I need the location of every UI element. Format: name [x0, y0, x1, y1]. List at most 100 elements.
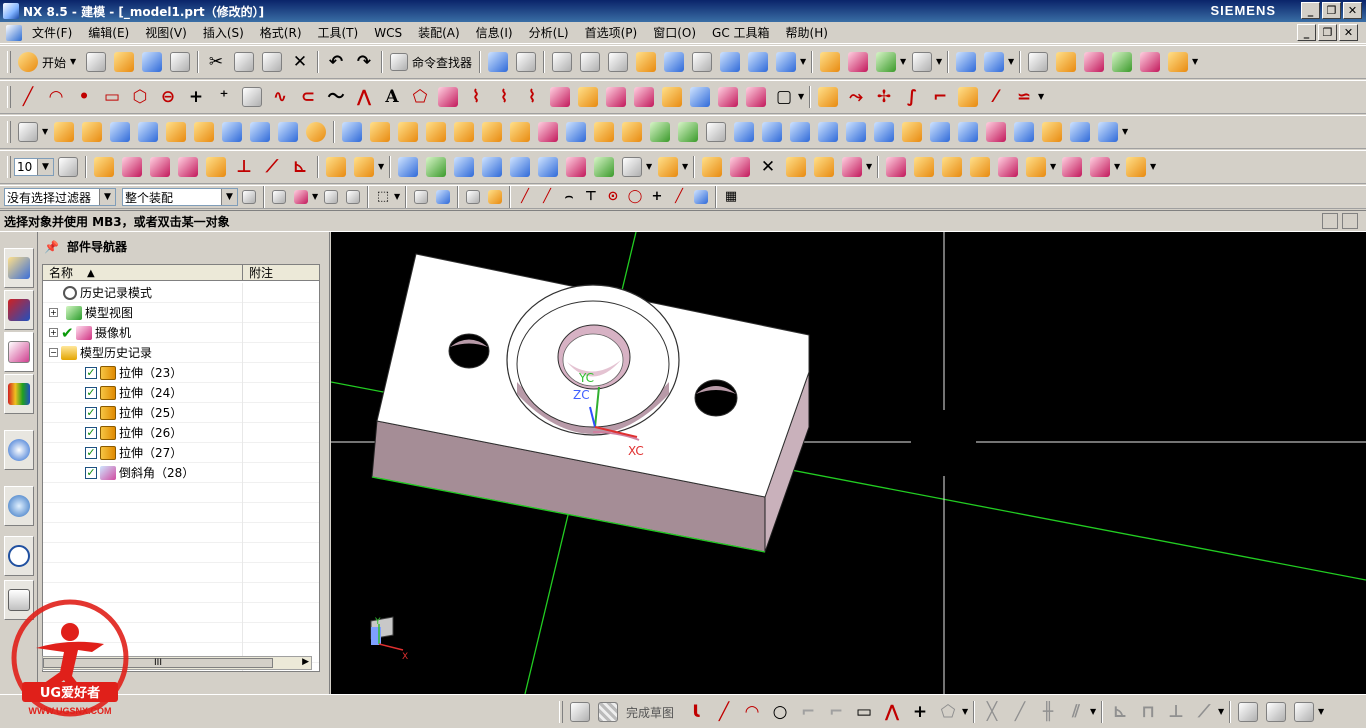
point-on-curve-button[interactable]: [118, 154, 146, 180]
snap-intersection-button[interactable]: ⊤: [580, 186, 602, 208]
tree-row-extrude-25[interactable]: ✓ 拉伸（25）: [43, 402, 319, 423]
thicken-button[interactable]: [898, 119, 926, 145]
join-curve-button[interactable]: [546, 84, 574, 110]
component-pattern-button[interactable]: [966, 154, 994, 180]
tree-row-history-mode[interactable]: 历史记录模式: [43, 282, 319, 303]
arc-button[interactable]: ◠: [42, 84, 70, 110]
visibility-checkbox[interactable]: ✓: [85, 426, 97, 439]
chevron-down-icon[interactable]: ▼: [42, 119, 50, 145]
isoparametric-button[interactable]: [686, 84, 714, 110]
doc-close-button[interactable]: ✕: [1339, 24, 1358, 41]
intersect-curve-button[interactable]: [602, 84, 630, 110]
toolbar-grip[interactable]: [7, 86, 11, 108]
toolbar-grip[interactable]: [7, 121, 11, 143]
tree-row-extrude-23[interactable]: ✓ 拉伸（23）: [43, 362, 319, 383]
menu-insert[interactable]: 插入(S): [195, 24, 252, 41]
polygon-button[interactable]: ⬡: [126, 84, 154, 110]
snap-center-button[interactable]: ⊙: [602, 186, 624, 208]
wave-linker-button[interactable]: [1086, 154, 1114, 180]
undo-button[interactable]: ↶: [322, 49, 350, 75]
chevron-down-icon[interactable]: ▼: [1218, 699, 1226, 725]
knowledge-button[interactable]: [1164, 49, 1192, 75]
snap-enable-button[interactable]: [462, 186, 484, 208]
snap-bounded-button[interactable]: ▦: [720, 186, 742, 208]
synchronous-button[interactable]: [782, 154, 810, 180]
chevron-down-icon[interactable]: ▼: [900, 49, 908, 75]
sketch-polygon-button[interactable]: ⬠: [934, 699, 962, 725]
unite-button[interactable]: [646, 119, 674, 145]
offset-button[interactable]: [590, 119, 618, 145]
menu-preferences[interactable]: 首选项(P): [577, 24, 646, 41]
tree-row-extrude-26[interactable]: ✓ 拉伸（26）: [43, 422, 319, 443]
mirror-feature-button[interactable]: [562, 119, 590, 145]
split-curve-button[interactable]: ∫: [898, 84, 926, 110]
quick-extend-button[interactable]: ╱: [1006, 699, 1034, 725]
select-faces-button[interactable]: [410, 186, 432, 208]
chevron-down-icon[interactable]: ▼: [1038, 84, 1046, 110]
part-navigator-tab[interactable]: [4, 332, 34, 372]
close-button[interactable]: ✕: [1343, 2, 1362, 19]
pocket-button[interactable]: [190, 119, 218, 145]
orient-view-button[interactable]: [1262, 699, 1290, 725]
doc-restore-button[interactable]: ❐: [1318, 24, 1337, 41]
thread-button[interactable]: [478, 119, 506, 145]
wireframe-button[interactable]: [744, 49, 772, 75]
section-curve-button[interactable]: [630, 84, 658, 110]
curve-rectangle-button[interactable]: ▢: [770, 84, 798, 110]
visibility-checkbox[interactable]: ✓: [85, 366, 97, 379]
snap-mid-button[interactable]: ╱: [536, 186, 558, 208]
groove-button[interactable]: [422, 119, 450, 145]
view-orient-button[interactable]: [772, 49, 800, 75]
chevron-down-icon[interactable]: ▼: [1114, 154, 1122, 180]
chevron-down-icon[interactable]: ▼: [866, 154, 874, 180]
paste-button[interactable]: [258, 49, 286, 75]
background-button[interactable]: [816, 49, 844, 75]
doc-minimize-button[interactable]: _: [1297, 24, 1316, 41]
constraint-navigator-tab[interactable]: [4, 290, 34, 330]
bridge-curve-button[interactable]: [434, 84, 462, 110]
tree-row-chamfer-28[interactable]: ✓ 倒斜角（28）: [43, 462, 319, 483]
visibility-checkbox[interactable]: ✓: [85, 386, 97, 399]
law-curve-button[interactable]: ∿: [266, 84, 294, 110]
edit-feature-button[interactable]: [698, 154, 726, 180]
chevron-down-icon[interactable]: ▼: [378, 154, 386, 180]
line-button[interactable]: ╱: [14, 84, 42, 110]
type-filter-select[interactable]: 没有选择过滤器 ▼: [4, 188, 116, 206]
mirror-curve-button[interactable]: [742, 84, 770, 110]
pin-icon[interactable]: 📌: [44, 240, 59, 254]
sweep-guide-button[interactable]: [590, 154, 618, 180]
emboss-button[interactable]: [366, 119, 394, 145]
datum-csys-button[interactable]: ⊥: [230, 154, 258, 180]
menu-help[interactable]: 帮助(H): [778, 24, 836, 41]
move-object-button[interactable]: [952, 49, 980, 75]
datum-axis-button[interactable]: ⟋: [258, 154, 286, 180]
select-features-button[interactable]: [268, 186, 290, 208]
reuse-library-tab[interactable]: [4, 374, 34, 414]
edit-object-button[interactable]: [484, 49, 512, 75]
part-body[interactable]: [371, 253, 810, 553]
sketch-circle-button[interactable]: ○: [766, 699, 794, 725]
smooth-spline-button[interactable]: [954, 84, 982, 110]
offset-face-button[interactable]: [954, 119, 982, 145]
draft-analysis-button[interactable]: [1136, 49, 1164, 75]
hole-button[interactable]: [134, 119, 162, 145]
point-cross-button[interactable]: +: [182, 84, 210, 110]
pad-button[interactable]: [338, 119, 366, 145]
menu-window[interactable]: 窗口(O): [645, 24, 704, 41]
model-view[interactable]: YC ZC XC Y X: [331, 232, 1366, 694]
profile-button[interactable]: Ꙇ: [682, 699, 710, 725]
cone-button[interactable]: [274, 119, 302, 145]
clearance-button[interactable]: [1122, 154, 1150, 180]
tree-row-model-views[interactable]: + 模型视图: [43, 302, 319, 323]
through-mesh-button[interactable]: [422, 154, 450, 180]
snap-existing-button[interactable]: [484, 186, 506, 208]
dart-button[interactable]: [450, 119, 478, 145]
extract-geometry-button[interactable]: [982, 119, 1010, 145]
shaded-edges-button[interactable]: [716, 49, 744, 75]
chevron-down-icon[interactable]: ▼: [1008, 49, 1016, 75]
sketch-button[interactable]: [14, 119, 42, 145]
offset-curve-button[interactable]: ⊂: [294, 84, 322, 110]
follow-selection-button[interactable]: [342, 186, 364, 208]
sketch-fillet-button[interactable]: ⌐: [794, 699, 822, 725]
collapse-icon[interactable]: −: [49, 348, 58, 357]
